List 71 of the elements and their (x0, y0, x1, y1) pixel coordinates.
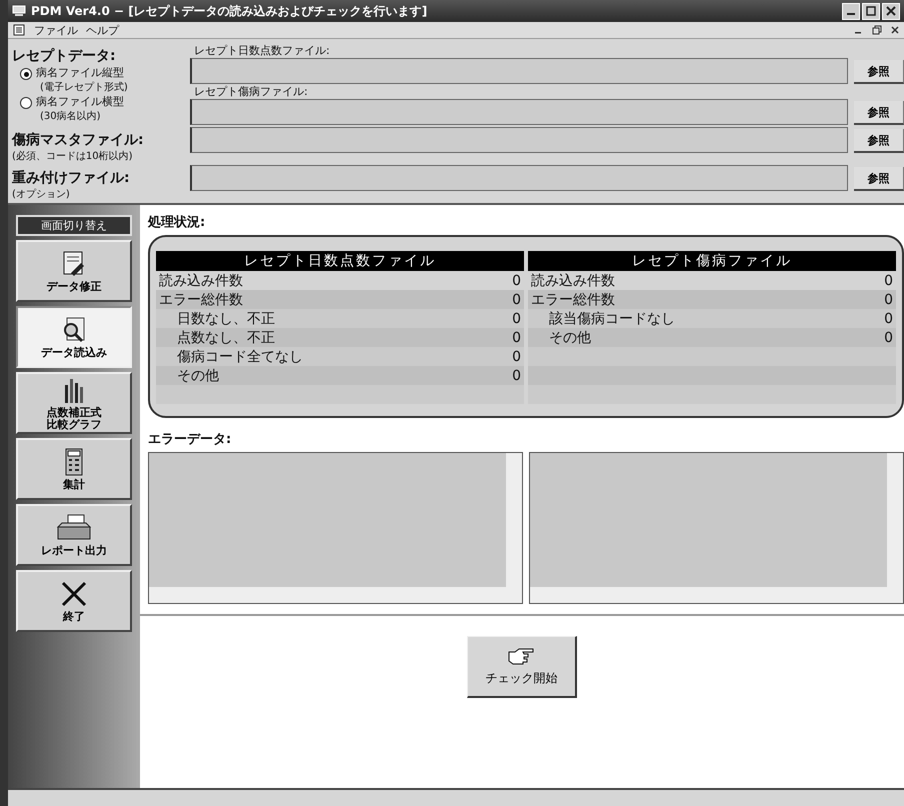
field-label: レセプト傷病ファイル: (194, 84, 309, 99)
horizontal-scrollbar[interactable] (149, 587, 522, 603)
radio-button[interactable] (20, 97, 32, 109)
sidebar-header: 画面切り替え (16, 215, 132, 236)
table-cell: 0 (884, 310, 893, 326)
table-cell: 0 (512, 330, 521, 346)
section-heading: 処理状況: (148, 214, 206, 231)
sidebar-button[interactable]: レポート出力 (16, 504, 132, 566)
table-cell: 0 (512, 368, 521, 384)
file-label: 傷病マスタファイル: (12, 131, 145, 149)
table-cell: 0 (884, 330, 893, 346)
table-cell: 0 (512, 292, 521, 308)
file-path-field[interactable] (190, 99, 848, 125)
menu-item[interactable]: ヘルプ (86, 22, 119, 38)
browse-button[interactable]: 参照 (854, 101, 904, 125)
pointing-hand-icon (506, 646, 536, 666)
document-icon (12, 24, 26, 36)
table-cell: 0 (512, 310, 521, 326)
radio-label: 病名ファイル横型 (36, 94, 124, 109)
close-button[interactable] (882, 2, 900, 20)
browse-button[interactable]: 参照 (854, 60, 904, 84)
maximize-icon (866, 6, 876, 16)
file-label: 重み付けファイル: (12, 169, 131, 187)
close-icon (886, 6, 896, 16)
app-icon (12, 5, 26, 17)
file-note: (オプション) (12, 188, 71, 201)
field-label: レセプト日数点数ファイル: (194, 43, 331, 58)
table-cell: その他 (549, 328, 591, 346)
radio-note: (30病名以内) (40, 110, 102, 123)
section-heading: エラーデータ: (148, 431, 232, 448)
sidebar-button[interactable]: 点数補正式 比較グラフ (16, 372, 132, 434)
file-path-field[interactable] (190, 127, 848, 153)
receipt-data-label: レセプトデータ: (12, 47, 117, 65)
table-header: レセプト日数点数ファイル (156, 251, 524, 271)
table-cell: 読み込み件数 (531, 272, 615, 290)
table-cell: 0 (884, 272, 893, 288)
table-cell: 読み込み件数 (159, 272, 243, 290)
table-cell: その他 (177, 366, 219, 384)
table-cell: 0 (512, 348, 521, 364)
close-icon[interactable] (890, 25, 900, 35)
browse-button[interactable]: 参照 (854, 129, 904, 153)
minimize-button[interactable] (842, 2, 860, 20)
table-cell: 0 (884, 292, 893, 308)
table-header: レセプト傷病ファイル (528, 251, 896, 271)
maximize-button[interactable] (862, 2, 880, 20)
sidebar-button[interactable]: 集計 (16, 438, 132, 500)
menu-item[interactable]: ファイル (34, 22, 78, 38)
table-cell: 傷病コード全てなし (177, 348, 303, 366)
radio-note: (電子レセプト形式) (40, 80, 128, 94)
browse-button[interactable]: 参照 (854, 167, 904, 191)
horizontal-scrollbar[interactable] (530, 587, 903, 603)
table-cell: エラー総件数 (531, 290, 615, 308)
table-cell: 該当傷病コードなし (549, 310, 675, 328)
vertical-scrollbar[interactable] (506, 453, 522, 587)
file-path-field[interactable] (190, 58, 848, 84)
table-cell: 点数なし、不正 (177, 328, 275, 346)
vertical-scrollbar[interactable] (887, 453, 903, 587)
table-cell: エラー総件数 (159, 290, 243, 308)
sidebar-button[interactable]: 終了 (16, 570, 132, 632)
radio-label: 病名ファイル縦型 (36, 65, 125, 80)
restore-icon[interactable] (872, 25, 882, 35)
file-note: (必須、コードは10桁以内) (12, 150, 134, 163)
minimize-icon (847, 13, 855, 15)
sidebar-button[interactable]: データ修正 (16, 240, 132, 302)
file-path-field[interactable] (190, 165, 848, 191)
table-cell: 0 (512, 272, 521, 288)
sidebar-button[interactable]: データ読込み (16, 306, 132, 368)
window-title: PDM Ver4.0 − [レセプトデータの読み込みおよびチェックを行います] (31, 2, 428, 20)
table-cell: 日数なし、不正 (177, 310, 275, 328)
check-start-button[interactable]: チェック開始 (467, 636, 577, 698)
radio-button[interactable] (20, 68, 32, 80)
